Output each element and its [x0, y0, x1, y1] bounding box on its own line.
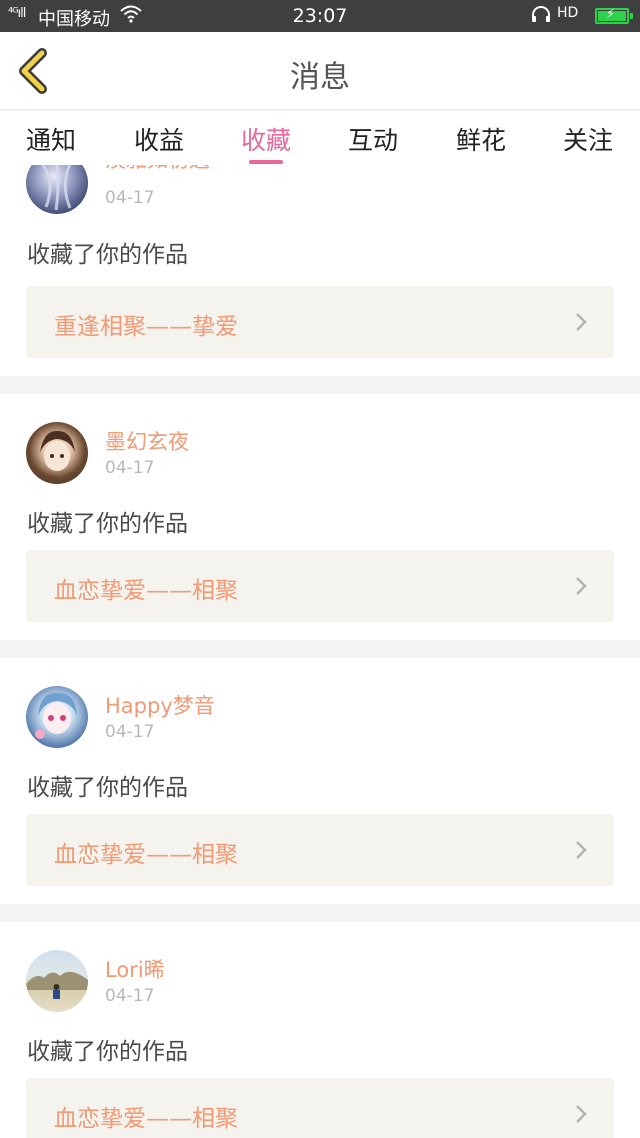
favorites-feed[interactable]: 淡雅如初遇 04-17 收藏了你的作品 重逢相聚——挚爱 墨幻玄夜 04-17 … — [0, 165, 640, 1138]
work-link[interactable]: 重逢相聚——挚爱 — [26, 286, 614, 358]
chevron-right-icon — [576, 313, 587, 331]
list-item: 墨幻玄夜 04-17 收藏了你的作品 血恋挚爱——相聚 — [0, 394, 640, 640]
timestamp: 04-17 — [105, 188, 155, 208]
tab-following[interactable]: 关注 — [543, 121, 633, 157]
chevron-right-icon — [576, 577, 587, 595]
timestamp: 04-17 — [105, 986, 155, 1006]
work-title: 血恋挚爱——相聚 — [54, 1106, 238, 1132]
username[interactable]: 墨幻玄夜 — [105, 426, 189, 456]
hd-call-icon: HD — [557, 5, 579, 21]
username[interactable]: Happy梦音 — [105, 690, 215, 720]
list-item: Lori晞 04-17 收藏了你的作品 血恋挚爱——相聚 — [0, 922, 640, 1138]
work-link[interactable]: 血恋挚爱——相聚 — [26, 550, 614, 622]
tab-favorites[interactable]: 收藏 — [221, 121, 311, 157]
tab-earnings[interactable]: 收益 — [114, 121, 204, 157]
activity-text: 收藏了你的作品 — [27, 242, 188, 268]
activity-text: 收藏了你的作品 — [27, 511, 188, 537]
work-link[interactable]: 血恋挚爱——相聚 — [26, 1078, 614, 1138]
timestamp: 04-17 — [105, 458, 155, 478]
chevron-right-icon — [576, 1105, 587, 1123]
active-tab-indicator — [249, 160, 283, 164]
tab-flowers[interactable]: 鲜花 — [436, 121, 526, 157]
activity-text: 收藏了你的作品 — [27, 775, 188, 801]
status-bar: ⁴ᴳıll 中国移动 23:07 HD ⚡ — [0, 0, 640, 32]
tab-interactions[interactable]: 互动 — [328, 121, 418, 157]
chevron-right-icon — [576, 841, 587, 859]
avatar[interactable] — [26, 165, 88, 214]
work-title: 血恋挚爱——相聚 — [54, 578, 238, 604]
username[interactable]: 淡雅如初遇 — [105, 165, 210, 174]
tab-notifications[interactable]: 通知 — [6, 121, 96, 157]
list-item: Happy梦音 04-17 收藏了你的作品 血恋挚爱——相聚 — [0, 658, 640, 904]
headset-icon — [530, 5, 552, 30]
avatar[interactable] — [26, 686, 88, 748]
avatar[interactable] — [26, 422, 88, 484]
activity-text: 收藏了你的作品 — [27, 1039, 188, 1065]
username[interactable]: Lori晞 — [105, 954, 165, 984]
work-link[interactable]: 血恋挚爱——相聚 — [26, 814, 614, 886]
list-item: 淡雅如初遇 04-17 收藏了你的作品 重逢相聚——挚爱 — [0, 165, 640, 376]
page-title: 消息 — [290, 60, 350, 95]
battery-icon: ⚡ — [595, 7, 633, 24]
avatar[interactable] — [26, 950, 88, 1012]
nav-header: 消息 — [0, 32, 640, 110]
tab-bar: 通知 收益 收藏 互动 鲜花 关注 — [0, 111, 640, 165]
work-title: 血恋挚爱——相聚 — [54, 842, 238, 868]
timestamp: 04-17 — [105, 722, 155, 742]
work-title: 重逢相聚——挚爱 — [54, 314, 238, 340]
